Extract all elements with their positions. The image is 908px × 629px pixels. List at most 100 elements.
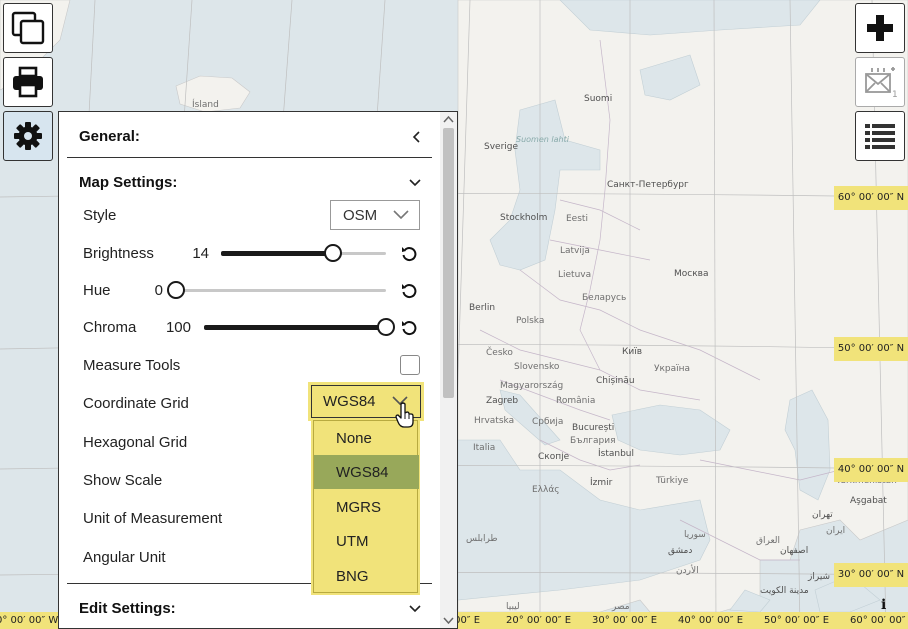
collapse-chevron-left-icon[interactable] <box>411 131 423 143</box>
label-chisinau: Chișinău <box>596 376 635 386</box>
slider-knob[interactable] <box>324 244 343 262</box>
chevron-down-icon <box>393 210 409 220</box>
style-select[interactable]: OSM <box>330 200 420 230</box>
lon-label-20: 20° 00′ 00″ E <box>506 615 572 626</box>
zoom-in-plus-icon <box>867 15 893 41</box>
layer-list-icon <box>865 124 895 149</box>
edit-settings-chevron-down-icon[interactable] <box>409 602 421 614</box>
label-romania: România <box>556 396 596 406</box>
label-isfahan: اصفهان <box>780 546 809 556</box>
measure-tools-label: Measure Tools <box>83 357 181 374</box>
label-libya: ليبيا <box>506 602 520 612</box>
label-istanbul: İstanbul <box>598 449 635 459</box>
label-belarus: Беларусь <box>582 293 627 303</box>
label-tripoli: طرابلس <box>466 534 498 544</box>
lat-label-60: 60° 00′ 00″ N <box>834 186 908 210</box>
coordinate-grid-options: None WGS84 MGRS UTM BNG <box>311 418 420 595</box>
label-srbija: Србија <box>532 417 564 427</box>
label-sverige: Sverige <box>484 142 519 152</box>
scroll-down-arrow-icon[interactable] <box>443 615 454 625</box>
label-turkiye: Türkiye <box>656 476 689 486</box>
label-ukraina: Україна <box>654 364 691 374</box>
legend-button[interactable]: 1 <box>855 57 905 107</box>
label-egypt: مصر <box>612 602 630 612</box>
reset-chroma-icon[interactable] <box>401 320 417 336</box>
chroma-slider[interactable] <box>204 317 395 337</box>
option-wgs84[interactable]: WGS84 <box>314 455 419 489</box>
hexagonal-grid-label: Hexagonal Grid <box>83 434 188 451</box>
edit-settings-title: Edit Settings: <box>79 600 176 617</box>
settings-gear-icon <box>14 122 42 150</box>
hue-value: 0 <box>154 282 163 299</box>
label-cesko: Česko <box>486 348 513 358</box>
label-skopje: Скопје <box>538 452 570 462</box>
label-kyiv: Київ <box>622 347 643 357</box>
label-eesti: Eesti <box>566 214 588 224</box>
style-select-value: OSM <box>343 206 378 224</box>
label-moskva: Москва <box>674 269 709 279</box>
slider-fill <box>221 251 334 256</box>
label-bulgaria: България <box>570 436 616 446</box>
divider-general <box>67 157 432 158</box>
coordinate-grid-select-value: WGS84 <box>323 393 376 410</box>
option-mgrs[interactable]: MGRS <box>314 490 419 524</box>
label-slovensko: Slovensko <box>514 362 560 372</box>
label-shiraz: شیراز <box>808 572 831 582</box>
zoom-in-button[interactable] <box>855 3 905 53</box>
unit-of-measurement-label: Unit of Measurement <box>83 510 223 527</box>
slider-fill <box>204 325 386 330</box>
slider-track <box>176 289 386 292</box>
label-hrvatska: Hrvatska <box>474 416 515 426</box>
option-bng[interactable]: BNG <box>314 559 419 593</box>
style-label: Style <box>83 207 117 224</box>
label-stockholm: Stockholm <box>500 213 548 223</box>
label-iraq: العراق <box>756 536 781 546</box>
label-asgabat: Aşgabat <box>850 496 887 506</box>
lat-label-40: 40° 00′ 00″ N <box>834 458 908 482</box>
slider-knob[interactable] <box>377 318 395 336</box>
label-lietuva: Lietuva <box>558 270 592 280</box>
print-icon <box>13 66 43 98</box>
chroma-label: Chroma <box>83 319 137 336</box>
label-iran: ایران <box>826 526 846 536</box>
lon-label-0: 0° 00′ 00″ W <box>0 615 59 626</box>
hue-label: Hue <box>83 282 111 299</box>
label-gulf-finland: Suomen lahti <box>516 135 569 144</box>
map-settings-title: Map Settings: <box>79 174 178 191</box>
hand-cursor-icon <box>395 402 414 428</box>
lon-label-40: 40° 00′ 00″ E <box>678 615 744 626</box>
label-damascus: دمشق <box>668 546 693 556</box>
panel-scrollbar[interactable] <box>440 112 457 628</box>
label-berlin: Berlin <box>469 303 496 313</box>
hue-slider[interactable] <box>167 280 386 300</box>
show-scale-label: Show Scale <box>83 472 163 489</box>
copy-icon <box>11 11 45 45</box>
lat-label-50: 50° 00′ 00″ N <box>834 337 908 361</box>
copy-button[interactable] <box>3 3 53 53</box>
label-tehran: تهران <box>812 510 833 520</box>
map-settings-chevron-down-icon[interactable] <box>409 176 421 188</box>
label-latvija: Latvija <box>560 246 590 256</box>
reset-brightness-icon[interactable] <box>401 246 417 262</box>
label-zagreb: Zagreb <box>486 396 519 406</box>
measure-tools-checkbox[interactable] <box>400 355 420 375</box>
brightness-label: Brightness <box>83 245 154 262</box>
print-button[interactable] <box>3 57 53 107</box>
settings-button[interactable] <box>3 111 53 161</box>
scrollbar-thumb[interactable] <box>443 128 454 398</box>
reset-hue-icon[interactable] <box>401 283 417 299</box>
lat-label-30: 30° 00′ 00″ N <box>834 563 908 587</box>
coordinate-grid-label: Coordinate Grid <box>83 395 189 412</box>
label-st-petersburg: Санкт-Петербург <box>607 180 689 190</box>
brightness-value: 14 <box>192 245 209 262</box>
label-italia: Italia <box>473 443 496 453</box>
slider-knob[interactable] <box>167 281 185 299</box>
info-icon[interactable]: i <box>881 597 886 613</box>
option-utm[interactable]: UTM <box>314 524 419 558</box>
layer-list-button[interactable] <box>855 111 905 161</box>
scroll-up-arrow-icon[interactable] <box>443 115 454 125</box>
label-island: Ísland <box>192 100 219 110</box>
label-bucuresti: București <box>572 423 615 433</box>
label-ellas: Ελλάς <box>532 485 560 495</box>
brightness-slider[interactable] <box>221 243 386 263</box>
